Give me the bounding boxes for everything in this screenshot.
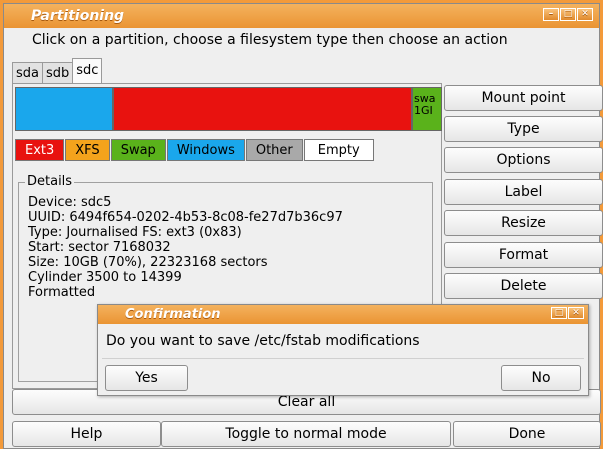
fs-type-windows[interactable]: Windows [166, 139, 245, 161]
minimize-icon[interactable]: – [543, 8, 559, 21]
maximize-icon[interactable]: □ [551, 307, 567, 319]
details-line: UUID: 6494f654-0202-4b53-8c08-fe27d7b36c… [28, 210, 343, 225]
dialog-titlebar[interactable]: Confirmation □ ✕ [98, 305, 588, 324]
fs-type-xfs[interactable]: XFS [65, 139, 110, 161]
filesystem-type-legend: Ext3 XFS Swap Windows Other Empty [15, 139, 375, 161]
details-line: Start: sector 7168032 [28, 240, 171, 255]
options-button[interactable]: Options [444, 147, 603, 173]
disk-tabs: sda sdb sdc [12, 58, 103, 84]
window-title: Partitioning [31, 8, 125, 24]
close-icon[interactable]: ✕ [577, 8, 593, 21]
details-line: Cylinder 3500 to 14399 [28, 270, 182, 285]
instruction-text: Click on a partition, choose a filesyste… [32, 32, 508, 48]
tab-sda[interactable]: sda [12, 62, 43, 84]
close-icon[interactable]: ✕ [568, 307, 584, 319]
details-line: Type: Journalised FS: ext3 (0x83) [28, 225, 242, 240]
toggle-mode-button[interactable]: Toggle to normal mode [161, 421, 451, 447]
dialog-separator [102, 358, 584, 359]
partition-segment-windows[interactable] [15, 87, 113, 131]
partition-bar: swa 1GI [15, 87, 442, 131]
maximize-icon[interactable]: □ [560, 8, 576, 21]
partitioning-window: Partitioning – □ ✕ Click on a partition,… [3, 3, 603, 449]
fs-type-other[interactable]: Other [245, 139, 303, 161]
dialog-title: Confirmation [125, 307, 221, 322]
details-line: Device: sdc5 [28, 195, 112, 210]
dialog-message: Do you want to save /etc/fstab modificat… [106, 333, 420, 349]
details-heading: Details [25, 174, 75, 189]
details-line: Size: 10GB (70%), 22323168 sectors [28, 255, 268, 270]
partition-segment-ext3[interactable] [113, 87, 412, 131]
yes-button[interactable]: Yes [105, 365, 188, 391]
tab-sdb[interactable]: sdb [42, 62, 74, 84]
done-button[interactable]: Done [453, 421, 601, 447]
window-controls: – □ ✕ [542, 8, 593, 21]
fs-type-ext3[interactable]: Ext3 [15, 139, 65, 161]
window-titlebar[interactable]: Partitioning – □ ✕ [4, 4, 599, 28]
fs-type-swap[interactable]: Swap [110, 139, 166, 161]
type-button[interactable]: Type [444, 116, 603, 142]
mount-point-button[interactable]: Mount point [444, 85, 603, 111]
no-button[interactable]: No [501, 365, 581, 391]
tab-sdc[interactable]: sdc [72, 58, 103, 84]
label-button[interactable]: Label [444, 179, 603, 205]
format-button[interactable]: Format [444, 242, 603, 268]
fs-type-empty[interactable]: Empty [303, 139, 374, 161]
delete-button[interactable]: Delete [444, 273, 603, 299]
resize-button[interactable]: Resize [444, 210, 603, 236]
dialog-window-controls: □ ✕ [550, 307, 584, 319]
partition-segment-swap[interactable]: swa 1GI [412, 87, 442, 131]
details-line: Formatted [28, 285, 96, 300]
help-button[interactable]: Help [12, 421, 161, 447]
confirmation-dialog: Confirmation □ ✕ Do you want to save /et… [97, 304, 589, 396]
